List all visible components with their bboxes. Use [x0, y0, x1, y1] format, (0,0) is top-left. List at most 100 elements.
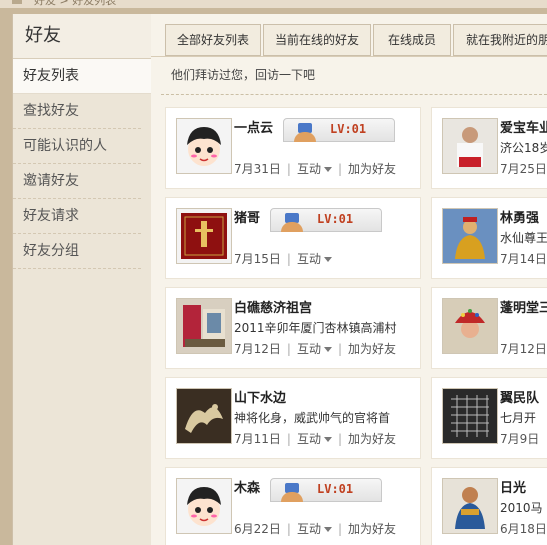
person-photo-avatar-icon [443, 119, 497, 173]
cartoon-girl-avatar-icon [177, 479, 231, 533]
interact-label: 互动 [296, 342, 321, 356]
friend-card: 一点云 LV:01 7月31日 | 互动 | 加为好友 [165, 107, 421, 189]
level-text: LV:01 [317, 212, 354, 226]
breadcrumb: 好友 > 好友列表 [34, 0, 117, 7]
friend-signature: 2011辛卯年厦门杏林镇高浦村 [234, 321, 397, 335]
interact-label: 互动 [296, 432, 321, 446]
add-friend-link[interactable]: 加为好友 [348, 432, 396, 446]
add-friend-link[interactable]: 加为好友 [348, 162, 396, 176]
visit-date: 6月22日 [234, 522, 281, 536]
sidebar-item-friend-requests[interactable]: 好友请求 [13, 199, 141, 234]
friend-name[interactable]: 蓬明堂三 [500, 297, 547, 316]
card-meta: 6月18日 [500, 520, 547, 537]
avatar[interactable] [176, 118, 232, 174]
tab-online-friends[interactable]: 当前在线的好友 [263, 24, 371, 56]
interact-dropdown[interactable]: 互动 [297, 522, 332, 536]
dragon-art-avatar-icon [177, 389, 231, 443]
avatar[interactable] [442, 478, 498, 534]
sidebar-item-people-you-may-know[interactable]: 可能认识的人 [13, 129, 141, 164]
sidebar-title: 好友 [13, 14, 151, 59]
avatar[interactable] [442, 298, 498, 354]
interact-label: 互动 [296, 252, 321, 266]
friend-name[interactable]: 木森 [234, 477, 260, 496]
card-meta: 7月25日 [500, 160, 547, 177]
card-meta: 7月31日 | 互动 | 加为好友 [234, 162, 397, 176]
friend-signature: 七月开 [500, 411, 537, 425]
visit-date: 7月15日 [234, 252, 281, 266]
friend-name[interactable]: 翼民队 [500, 387, 539, 406]
visit-date: 7月25日 [500, 162, 547, 176]
interact-dropdown[interactable]: 互动 [297, 342, 332, 356]
friend-card: 蓬明堂三 7月12日 [431, 287, 547, 369]
friend-name[interactable]: 山下水边 [234, 387, 286, 406]
friend-card: 翼民队 七月开 7月9日 [431, 377, 547, 459]
visit-date: 7月31日 [234, 162, 281, 176]
avatar[interactable] [442, 118, 498, 174]
sidebar-menu: 好友列表 查找好友 可能认识的人 邀请好友 好友请求 好友分组 [13, 59, 151, 269]
avatar[interactable] [176, 388, 232, 444]
tab-all-friends[interactable]: 全部好友列表 [165, 24, 261, 56]
tab-nearby-friends[interactable]: 就在我附近的朋友 [453, 24, 547, 56]
avatar[interactable] [176, 298, 232, 354]
card-meta: 7月14日 [500, 250, 547, 267]
calligraphy-avatar-icon [443, 389, 497, 443]
add-friend-link[interactable]: 加为好友 [348, 522, 396, 536]
user-icon [281, 492, 303, 502]
friend-card: 木森 LV:01 6月22日 | 互动 | 加为好友 [165, 467, 421, 545]
visit-date: 7月9日 [500, 432, 540, 446]
tab-online-members[interactable]: 在线成员 [373, 24, 451, 56]
card-meta: 7月12日 [500, 340, 547, 357]
interact-dropdown[interactable]: 互动 [297, 162, 332, 176]
user-icon [281, 222, 303, 232]
sidebar-item-find-friends[interactable]: 查找好友 [13, 94, 141, 129]
friend-signature: 2010马 [500, 501, 543, 515]
user-icon [294, 132, 316, 142]
friend-signature: 水仙尊王 [500, 231, 547, 245]
home-icon[interactable] [12, 0, 22, 4]
add-friend-link[interactable]: 加为好友 [348, 342, 396, 356]
deity-statue-avatar-icon [443, 209, 497, 263]
friend-card: 猪哥 LV:01 7月15日 | 互动 [165, 197, 421, 279]
warrior-statue-avatar-icon [443, 479, 497, 533]
friend-name[interactable]: 林勇强 [500, 207, 539, 226]
caret-down-icon [323, 527, 332, 532]
interact-label: 互动 [296, 162, 321, 176]
headdress-avatar-icon [443, 299, 497, 353]
sidebar-item-friend-list[interactable]: 好友列表 [13, 59, 151, 94]
friend-name[interactable]: 爱宝车业 [500, 117, 547, 136]
avatar[interactable] [442, 208, 498, 264]
friend-card: 日光 2010马 6月18日 [431, 467, 547, 545]
sidebar-item-friend-groups[interactable]: 好友分组 [13, 234, 141, 269]
visit-date: 6月18日 [500, 522, 547, 536]
avatar[interactable] [442, 388, 498, 444]
dashed-divider [161, 94, 547, 95]
interact-dropdown[interactable]: 互动 [297, 432, 332, 446]
visit-date: 7月11日 [234, 432, 281, 446]
caret-down-icon [323, 437, 332, 442]
friend-name[interactable]: 猪哥 [234, 207, 260, 226]
level-text: LV:01 [317, 482, 354, 496]
friend-name[interactable]: 一点云 [234, 117, 273, 136]
avatar[interactable] [176, 208, 232, 264]
temple-photo-avatar-icon [177, 299, 231, 353]
card-meta: 7月11日 | 互动 | 加为好友 [234, 432, 397, 446]
interact-dropdown[interactable]: 互动 [297, 252, 332, 266]
caret-down-icon [323, 347, 332, 352]
level-badge: LV:01 [270, 478, 382, 502]
friend-card: 爱宝车业 济公18岁 7月25日 [431, 107, 547, 189]
avatar[interactable] [176, 478, 232, 534]
friend-card: 山下水边 神将化身，威武帅气的官将首 7月11日 | 互动 | 加为好友 [165, 377, 421, 459]
card-meta: 7月9日 [500, 430, 539, 447]
friend-signature: 济公18岁 [500, 141, 547, 155]
caret-down-icon [323, 257, 332, 262]
level-text: LV:01 [330, 122, 367, 136]
red-card-avatar-icon [177, 209, 231, 263]
sidebar: 好友 好友列表 查找好友 可能认识的人 邀请好友 好友请求 好友分组 [12, 14, 152, 545]
card-meta: 7月12日 | 互动 | 加为好友 [234, 342, 397, 356]
card-meta: 6月22日 | 互动 | 加为好友 [234, 522, 397, 536]
visit-date: 7月12日 [234, 342, 281, 356]
top-breadcrumb-bar: 好友 > 好友列表 [0, 0, 547, 8]
friend-name[interactable]: 白礁慈济祖宫 [234, 297, 312, 316]
friend-name[interactable]: 日光 [500, 477, 526, 496]
sidebar-item-invite-friends[interactable]: 邀请好友 [13, 164, 141, 199]
